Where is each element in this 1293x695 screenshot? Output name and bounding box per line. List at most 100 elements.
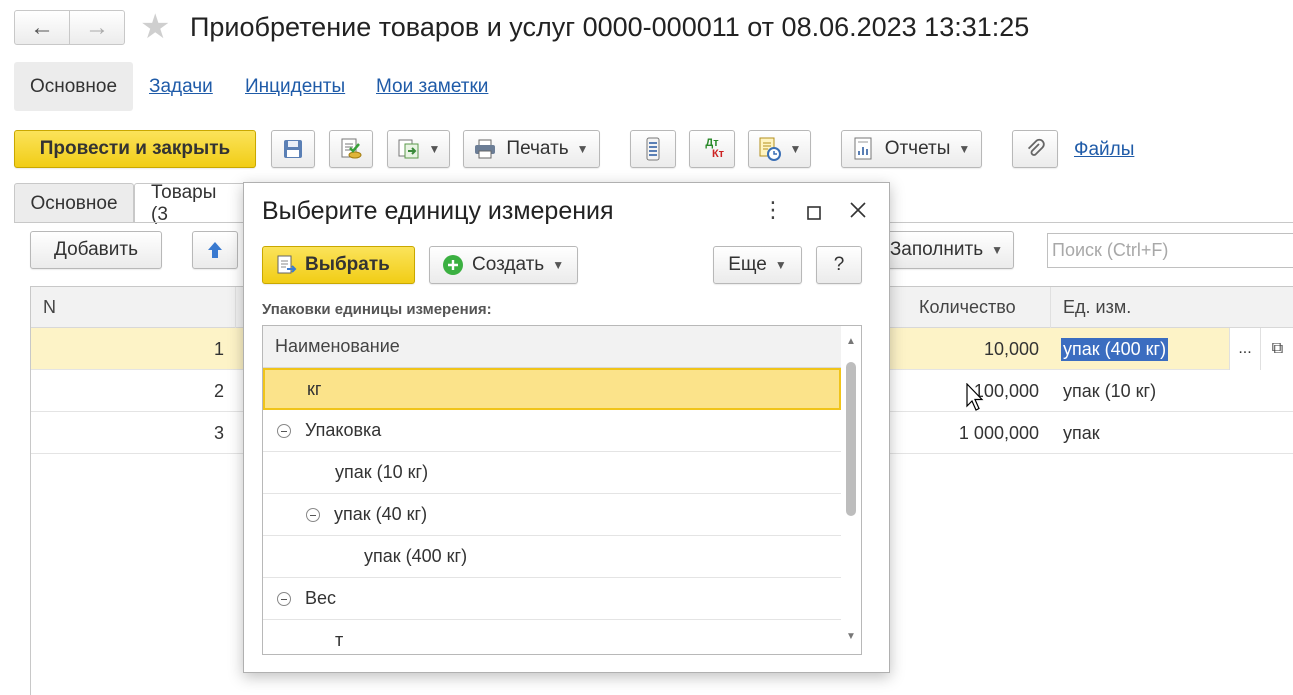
create-based-icon	[398, 139, 419, 159]
maximize-icon[interactable]	[806, 201, 822, 227]
arrow-left-icon: ←	[30, 13, 54, 41]
mouse-cursor-icon	[966, 383, 984, 411]
arrow-right-icon: →	[85, 13, 109, 41]
add-label: Добавить	[54, 239, 138, 260]
list-item-label: Упаковка	[305, 420, 382, 440]
cell-unit[interactable]: упак (10 кг)	[1063, 370, 1263, 412]
dt-kt-icon-lower: Кт	[711, 148, 725, 160]
collapse-icon[interactable]	[277, 423, 291, 438]
section-main[interactable]: Основное	[14, 62, 133, 111]
create-label: Создать	[472, 254, 545, 275]
forward-button[interactable]: →	[69, 11, 124, 44]
header-n[interactable]: N	[31, 287, 236, 328]
print-label: Печать	[506, 138, 569, 159]
dt-kt-button[interactable]: Дт Кт	[689, 130, 735, 168]
chevron-down-icon: ▼	[576, 142, 589, 156]
plus-circle-icon	[443, 255, 463, 275]
post-and-close-label: Провести и закрыть	[39, 138, 231, 159]
document-structure-icon	[646, 137, 660, 161]
list-header[interactable]: Наименование	[263, 326, 841, 368]
cell-n: 2	[213, 380, 224, 401]
favorite-star-icon[interactable]: ★	[140, 9, 170, 45]
more-label: Еще	[728, 254, 767, 275]
list-item-label: кг	[307, 378, 322, 399]
cell-n: 3	[213, 422, 224, 443]
header-quantity[interactable]: Количество	[907, 287, 1051, 328]
scrollbar-thumb[interactable]	[846, 362, 856, 516]
save-button[interactable]	[271, 130, 315, 168]
list-item-label: Вес	[305, 588, 337, 608]
more-button[interactable]: Еще ▼	[713, 246, 802, 284]
tab-goods[interactable]: Товары (3	[134, 182, 246, 225]
list-item[interactable]: кг	[263, 368, 841, 410]
create-based-on-button[interactable]: ▼	[387, 130, 450, 168]
reports-icon	[854, 137, 872, 160]
files-link[interactable]: Файлы	[1074, 139, 1134, 161]
list-item[interactable]: упак (400 кг)	[263, 536, 841, 578]
select-icon	[277, 255, 297, 274]
chevron-down-icon: ▼	[552, 258, 565, 272]
list-item-label: упак (10 кг)	[335, 462, 429, 482]
list-item[interactable]: упак (40 кг)	[263, 494, 841, 536]
cell-unit[interactable]: упак (400 кг)	[1061, 328, 1227, 370]
add-button[interactable]: Добавить	[30, 231, 162, 269]
list-item[interactable]: упак (10 кг)	[263, 452, 841, 494]
select-button[interactable]: Выбрать	[262, 246, 415, 284]
section-link-incidents[interactable]: Инциденты	[245, 62, 345, 111]
fill-label: Заполнить	[889, 239, 984, 260]
paperclip-icon	[1027, 138, 1045, 156]
collapse-icon[interactable]	[277, 591, 291, 606]
scroll-up-icon[interactable]: ▲	[846, 336, 856, 347]
cell-quantity[interactable]: 1 000,000	[907, 412, 1051, 454]
print-button[interactable]: Печать ▼	[463, 130, 600, 168]
select-label: Выбрать	[305, 254, 390, 275]
move-up-button[interactable]	[192, 231, 238, 269]
close-icon[interactable]	[849, 199, 867, 225]
nav-buttons: ← →	[14, 10, 125, 45]
section-link-notes[interactable]: Мои заметки	[376, 62, 488, 111]
units-list: Наименование кг Упаковка упак (10 кг) уп…	[262, 325, 862, 655]
reports-button[interactable]: Отчеты ▼	[841, 130, 982, 168]
post-and-close-button[interactable]: Провести и закрыть	[14, 130, 256, 168]
page-title: Приобретение товаров и услуг 0000-000011…	[190, 12, 1030, 42]
open-icon[interactable]: ⧉	[1260, 328, 1293, 370]
chevron-down-icon: ▼	[958, 142, 971, 156]
scroll-down-icon[interactable]: ▼	[846, 631, 856, 642]
fill-button[interactable]: Заполнить ▼	[870, 231, 1014, 269]
list-item[interactable]: Упаковка	[263, 410, 841, 452]
dialog-title: Выберите единицу измерения	[262, 197, 614, 225]
floppy-disk-icon	[284, 140, 302, 158]
select-more-button[interactable]: ...	[1229, 328, 1260, 370]
search-input[interactable]: Поиск (Ctrl+F)	[1047, 233, 1293, 268]
back-button[interactable]: ←	[15, 11, 69, 44]
create-button[interactable]: Создать ▼	[429, 246, 578, 284]
cell-unit[interactable]: упак	[1063, 412, 1263, 454]
unit-value: упак (400 кг)	[1061, 337, 1169, 361]
structure-button[interactable]	[630, 130, 676, 168]
help-button[interactable]: ?	[816, 246, 862, 284]
list-item-label: упак (400 кг)	[364, 546, 468, 566]
list-item-label: т	[335, 630, 344, 650]
related-documents-button[interactable]: ▼	[748, 130, 811, 168]
cell-quantity[interactable]: 10,000	[907, 328, 1051, 370]
chevron-down-icon: ▼	[991, 243, 1003, 257]
post-button[interactable]	[329, 130, 373, 168]
cell-n: 1	[213, 338, 224, 359]
section-link-tasks[interactable]: Задачи	[149, 62, 213, 111]
chevron-down-icon: ▼	[774, 258, 787, 272]
related-documents-icon	[759, 137, 781, 161]
arrow-up-icon	[208, 242, 222, 258]
chevron-down-icon: ▼	[428, 142, 441, 156]
reports-label: Отчеты	[884, 138, 951, 159]
list-item-label: упак (40 кг)	[334, 504, 428, 524]
chevron-down-icon: ▼	[789, 142, 802, 156]
list-item[interactable]: т	[263, 620, 841, 654]
list-item[interactable]: Вес	[263, 578, 841, 620]
printer-icon	[475, 139, 496, 159]
collapse-icon[interactable]	[306, 507, 320, 522]
attach-file-button[interactable]	[1012, 130, 1058, 168]
more-actions-icon[interactable]: ⋮	[762, 197, 784, 223]
tab-main[interactable]: Основное	[14, 183, 134, 223]
header-unit[interactable]: Ед. изм.	[1051, 287, 1293, 328]
post-document-icon	[341, 138, 362, 159]
